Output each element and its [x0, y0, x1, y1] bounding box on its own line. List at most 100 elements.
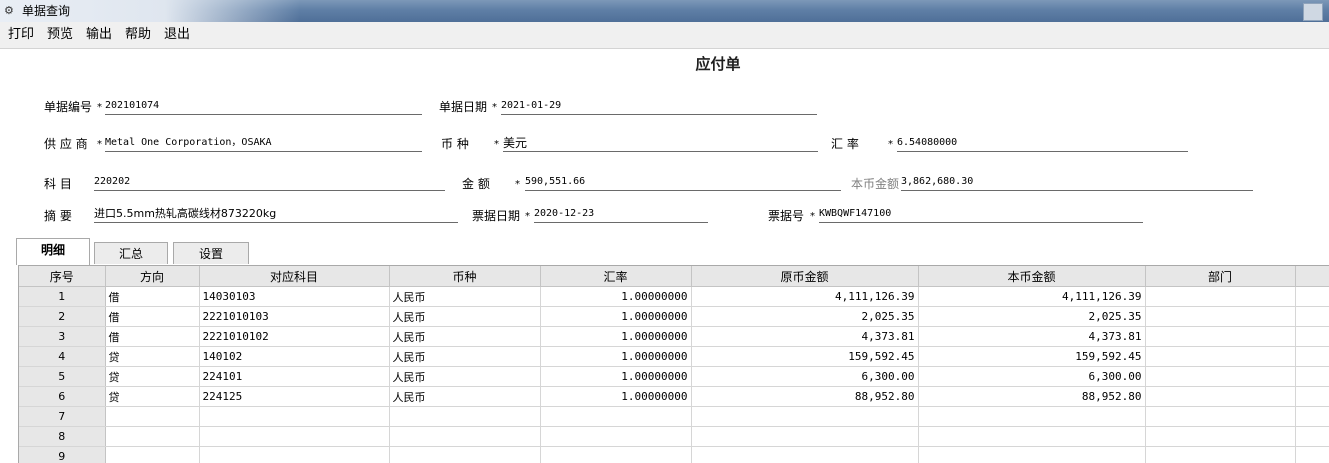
tab-settings[interactable]: 设置 [173, 242, 249, 264]
tab-summary[interactable]: 汇总 [94, 242, 168, 264]
row-number[interactable]: 4 [19, 347, 105, 367]
account-field[interactable]: 220202 [94, 174, 445, 191]
row-number[interactable]: 5 [19, 367, 105, 387]
cell-account[interactable]: 224125 [199, 387, 389, 407]
menu-preview[interactable]: 预览 [47, 27, 73, 43]
amount-field[interactable]: 590,551.66 [525, 174, 841, 191]
cell-local-amount[interactable]: 2,025.35 [918, 307, 1145, 327]
cell-direction[interactable] [105, 427, 199, 447]
cell-original-amount[interactable]: 6,300.00 [691, 367, 918, 387]
cell-rate[interactable]: 1.00000000 [540, 287, 691, 307]
cell-account[interactable]: 140102 [199, 347, 389, 367]
supplier-field[interactable]: Metal One Corporation，OSAKA [105, 135, 422, 152]
cell-local-amount[interactable] [918, 447, 1145, 463]
cell-local-amount[interactable]: 4,373.81 [918, 327, 1145, 347]
row-number[interactable]: 7 [19, 407, 105, 427]
cell-currency[interactable]: 人民币 [389, 347, 540, 367]
cell-local-amount[interactable]: 6,300.00 [918, 367, 1145, 387]
column-header-local-amount[interactable]: 本币金额 [918, 266, 1145, 287]
cell-local-amount[interactable]: 159,592.45 [918, 347, 1145, 367]
cell-local-amount[interactable] [918, 407, 1145, 427]
currency-field[interactable]: 美元 [503, 135, 818, 152]
rate-field[interactable]: 6.54080000 [897, 135, 1188, 152]
cell-rate[interactable]: 1.00000000 [540, 347, 691, 367]
cell-local-amount[interactable] [918, 427, 1145, 447]
row-number[interactable]: 3 [19, 327, 105, 347]
cell-rate[interactable] [540, 407, 691, 427]
summary-field[interactable]: 进口5.5mm热轧高碳线材873220kg [94, 206, 458, 223]
column-header-no[interactable]: 序号 [19, 266, 105, 287]
row-number[interactable]: 1 [19, 287, 105, 307]
cell-direction[interactable]: 借 [105, 327, 199, 347]
menu-print[interactable]: 打印 [8, 27, 34, 43]
cell-account[interactable]: 224101 [199, 367, 389, 387]
menu-exit[interactable]: 退出 [164, 27, 190, 43]
cell-department[interactable] [1145, 427, 1295, 447]
table-row[interactable]: 7 [19, 407, 1329, 427]
row-number[interactable]: 6 [19, 387, 105, 407]
cell-account[interactable]: 2221010102 [199, 327, 389, 347]
doc-no-field[interactable]: 202101074 [105, 98, 422, 115]
cell-original-amount[interactable] [691, 407, 918, 427]
cell-currency[interactable]: 人民币 [389, 367, 540, 387]
table-row[interactable]: 6贷224125人民币1.0000000088,952.8088,952.80 [19, 387, 1329, 407]
table-row[interactable]: 8 [19, 427, 1329, 447]
cell-account[interactable] [199, 447, 389, 463]
cell-department[interactable] [1145, 367, 1295, 387]
cell-currency[interactable] [389, 427, 540, 447]
cell-direction[interactable] [105, 447, 199, 463]
table-row[interactable]: 1借14030103人民币1.000000004,111,126.394,111… [19, 287, 1329, 307]
cell-currency[interactable]: 人民币 [389, 327, 540, 347]
cell-currency[interactable]: 人民币 [389, 387, 540, 407]
row-number[interactable]: 9 [19, 447, 105, 463]
table-row[interactable]: 9 [19, 447, 1329, 463]
table-row[interactable]: 5贷224101人民币1.000000006,300.006,300.00 [19, 367, 1329, 387]
cell-original-amount[interactable]: 4,111,126.39 [691, 287, 918, 307]
cell-direction[interactable]: 借 [105, 287, 199, 307]
cell-rate[interactable] [540, 447, 691, 463]
cell-rate[interactable] [540, 427, 691, 447]
column-header-direction[interactable]: 方向 [105, 266, 199, 287]
cell-department[interactable] [1145, 387, 1295, 407]
column-header-department[interactable]: 部门 [1145, 266, 1295, 287]
table-row[interactable]: 2借2221010103人民币1.000000002,025.352,025.3… [19, 307, 1329, 327]
cell-account[interactable]: 2221010103 [199, 307, 389, 327]
cell-department[interactable] [1145, 407, 1295, 427]
cell-account[interactable] [199, 427, 389, 447]
cell-rate[interactable]: 1.00000000 [540, 387, 691, 407]
table-row[interactable]: 4贷140102人民币1.00000000159,592.45159,592.4… [19, 347, 1329, 367]
menu-export[interactable]: 输出 [86, 27, 112, 43]
cell-direction[interactable]: 贷 [105, 367, 199, 387]
cell-local-amount[interactable]: 4,111,126.39 [918, 287, 1145, 307]
bill-date-field[interactable]: 2020-12-23 [534, 206, 708, 223]
cell-department[interactable] [1145, 347, 1295, 367]
column-header-rate[interactable]: 汇率 [540, 266, 691, 287]
cell-account[interactable]: 14030103 [199, 287, 389, 307]
cell-original-amount[interactable]: 2,025.35 [691, 307, 918, 327]
row-number[interactable]: 8 [19, 427, 105, 447]
column-header-account[interactable]: 对应科目 [199, 266, 389, 287]
bill-no-field[interactable]: KWBQWF147100 [819, 206, 1143, 223]
cell-department[interactable] [1145, 307, 1295, 327]
cell-department[interactable] [1145, 287, 1295, 307]
column-header-currency[interactable]: 币种 [389, 266, 540, 287]
row-number[interactable]: 2 [19, 307, 105, 327]
cell-direction[interactable] [105, 407, 199, 427]
cell-rate[interactable]: 1.00000000 [540, 367, 691, 387]
cell-currency[interactable]: 人民币 [389, 307, 540, 327]
cell-original-amount[interactable]: 4,373.81 [691, 327, 918, 347]
cell-currency[interactable]: 人民币 [389, 287, 540, 307]
cell-account[interactable] [199, 407, 389, 427]
column-header-original-amount[interactable]: 原币金额 [691, 266, 918, 287]
menu-help[interactable]: 帮助 [125, 27, 151, 43]
cell-original-amount[interactable]: 159,592.45 [691, 347, 918, 367]
cell-currency[interactable] [389, 407, 540, 427]
cell-original-amount[interactable]: 88,952.80 [691, 387, 918, 407]
cell-original-amount[interactable] [691, 427, 918, 447]
cell-direction[interactable]: 贷 [105, 387, 199, 407]
cell-department[interactable] [1145, 327, 1295, 347]
local-amount-field[interactable]: 3,862,680.30 [901, 174, 1253, 191]
doc-date-field[interactable]: 2021-01-29 [501, 98, 817, 115]
cell-rate[interactable]: 1.00000000 [540, 327, 691, 347]
cell-local-amount[interactable]: 88,952.80 [918, 387, 1145, 407]
